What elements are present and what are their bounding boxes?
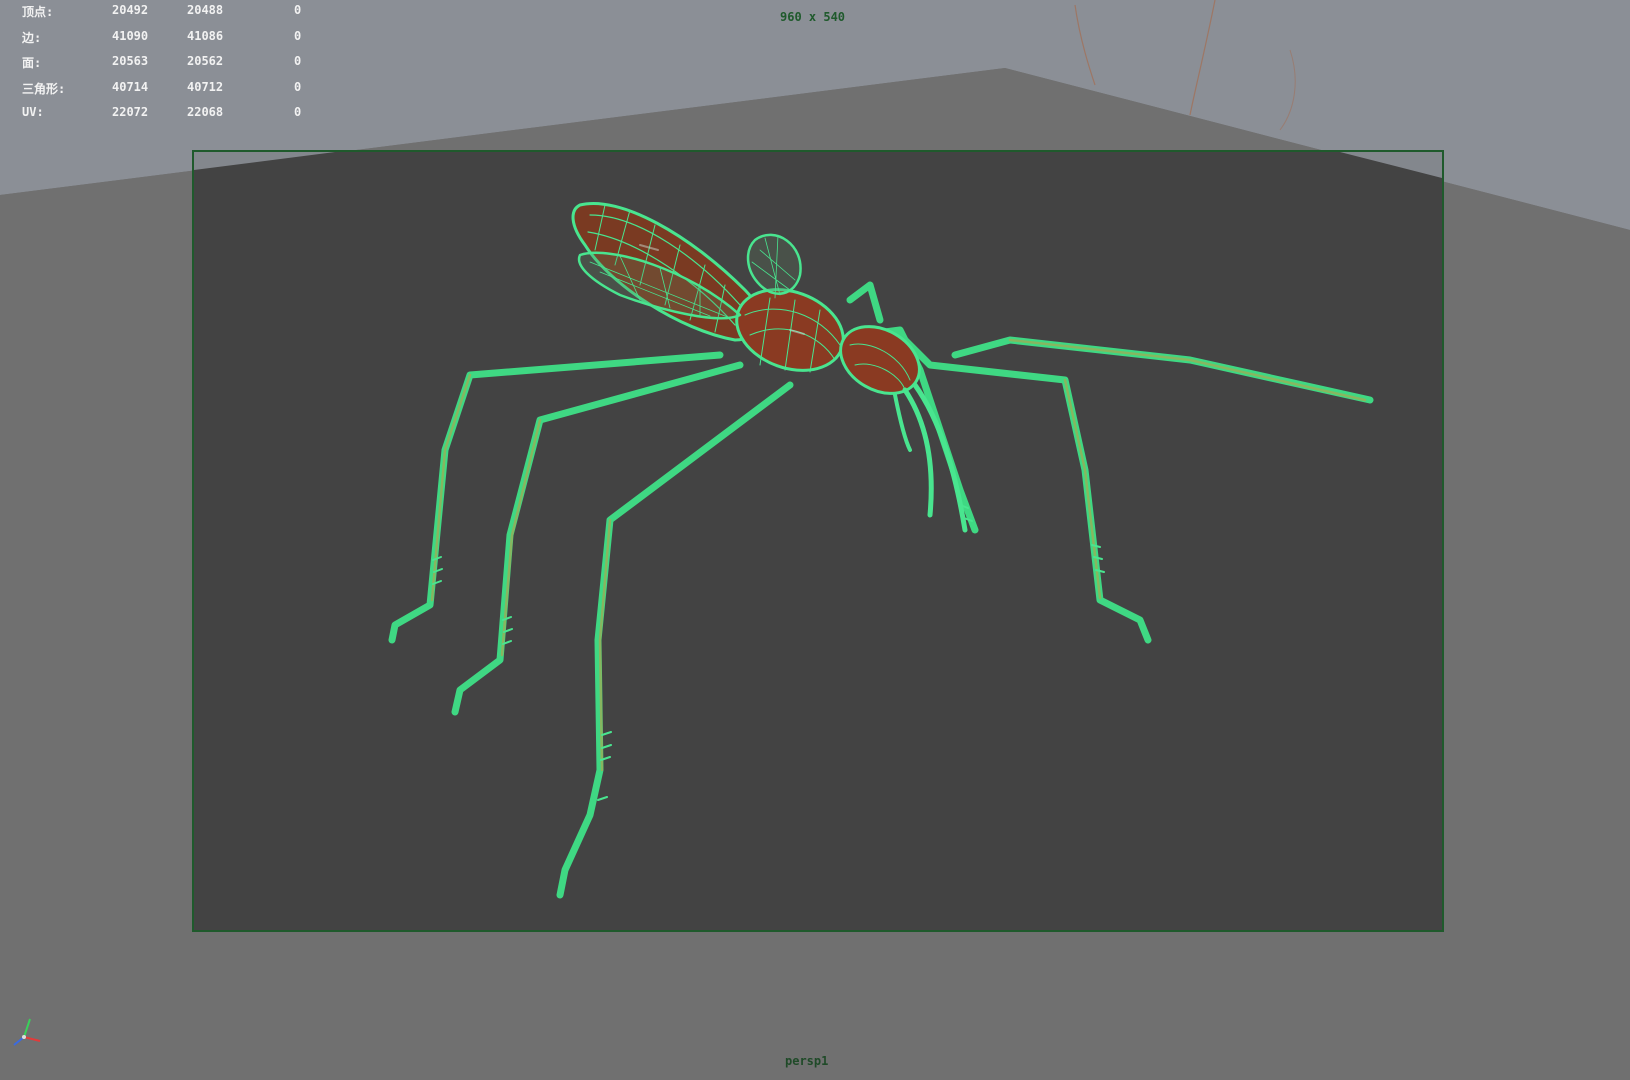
hud-value: 22068 xyxy=(187,105,224,119)
hud-value: 20563 xyxy=(112,54,149,68)
hud-label: 三角形: xyxy=(22,81,66,96)
hud-label: 边: xyxy=(22,30,42,45)
resolution-gate-label: 960 x 540 xyxy=(780,10,846,24)
viewport-persp[interactable]: 顶点: 20492 20488 0 边: 41090 41086 0 面: 20… xyxy=(0,0,1630,1080)
hud-value: 40714 xyxy=(112,79,149,94)
xyz-axis-icon xyxy=(13,1018,41,1046)
hud-value: 40712 xyxy=(187,79,224,94)
camera-name-label: persp1 xyxy=(785,1054,829,1068)
hud-value: 0 xyxy=(294,28,302,43)
hud-value: 41090 xyxy=(112,28,149,43)
hud-value: 0 xyxy=(294,79,302,94)
hud-value: 0 xyxy=(294,54,302,68)
hud-value: 20562 xyxy=(187,54,224,68)
hud-value: 22072 xyxy=(112,105,149,119)
scene-canvas[interactable] xyxy=(0,0,1630,1080)
hud-value: 0 xyxy=(294,3,302,17)
hud-value: 20488 xyxy=(187,3,224,17)
hud-label: UV: xyxy=(22,105,44,119)
hud-label: 面: xyxy=(22,56,42,70)
resolution-gate xyxy=(192,150,1444,932)
hud-value: 0 xyxy=(294,105,302,119)
hud-value: 20492 xyxy=(112,3,149,17)
hud-label: 顶点: xyxy=(22,5,54,19)
hud-value: 41086 xyxy=(187,28,224,43)
